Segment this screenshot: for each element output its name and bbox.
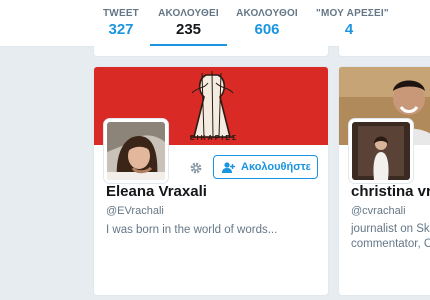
user-card[interactable]: christina vr @cvrachali journalist on Sk… [338,66,430,296]
previous-card-bottom [338,46,430,57]
add-user-icon [222,161,236,173]
avatar-image [352,122,410,180]
profile-name[interactable]: Eleana Vraxali [106,183,207,200]
profile-handle[interactable]: @EVrachali [106,205,164,217]
nav-following-label: ΑΚΟΛΟΥΘΕΙ [158,8,219,19]
nav-following-count: 235 [175,21,202,38]
nav-following[interactable]: ΑΚΟΛΟΥΘΕΙ 235 [150,8,227,47]
nav-followers-label: ΑΚΟΛΟΥΘΟΙ [236,8,298,19]
avatar[interactable] [349,119,413,183]
nav-likes-count: 4 [344,21,354,38]
profile-bio-line: journalist on Sk [351,223,430,235]
user-card[interactable]: ΕΙΚΑΡΙΕΣ Ακολουθήστε Eleana Vraxali @EVr… [93,66,329,296]
nav-likes[interactable]: "ΜΟΥ ΑΡΕΣΕΙ" 4 [316,8,389,46]
nav-likes-label: "ΜΟΥ ΑΡΕΣΕΙ" [316,8,389,19]
nav-tweets[interactable]: TWEET 327 [100,8,142,46]
follow-button[interactable]: Ακολουθήστε [213,155,318,179]
nav-tweets-label: TWEET [103,8,139,19]
profile-bio: I was born in the world of words... [106,224,278,236]
nav-followers-count: 606 [254,21,280,38]
profile-name[interactable]: christina vr [351,183,430,200]
banner-caption: ΕΙΚΑΡΙΕΣ [190,135,239,142]
profile-handle[interactable]: @cvrachali [351,205,406,217]
follow-button-label: Ακολουθήστε [241,161,311,173]
profile-bio-line: commentator, C [351,238,430,250]
avatar[interactable] [104,119,168,183]
profile-nav: TWEET 327 ΑΚΟΛΟΥΘΕΙ 235 ΑΚΟΛΟΥΘΟΙ 606 "Μ… [0,0,430,47]
nav-tweets-count: 327 [108,21,134,38]
nav-followers[interactable]: ΑΚΟΛΟΥΘΟΙ 606 [234,8,300,46]
gear-icon[interactable] [189,161,203,175]
previous-card-bottom [93,46,329,57]
avatar-image [107,122,165,180]
